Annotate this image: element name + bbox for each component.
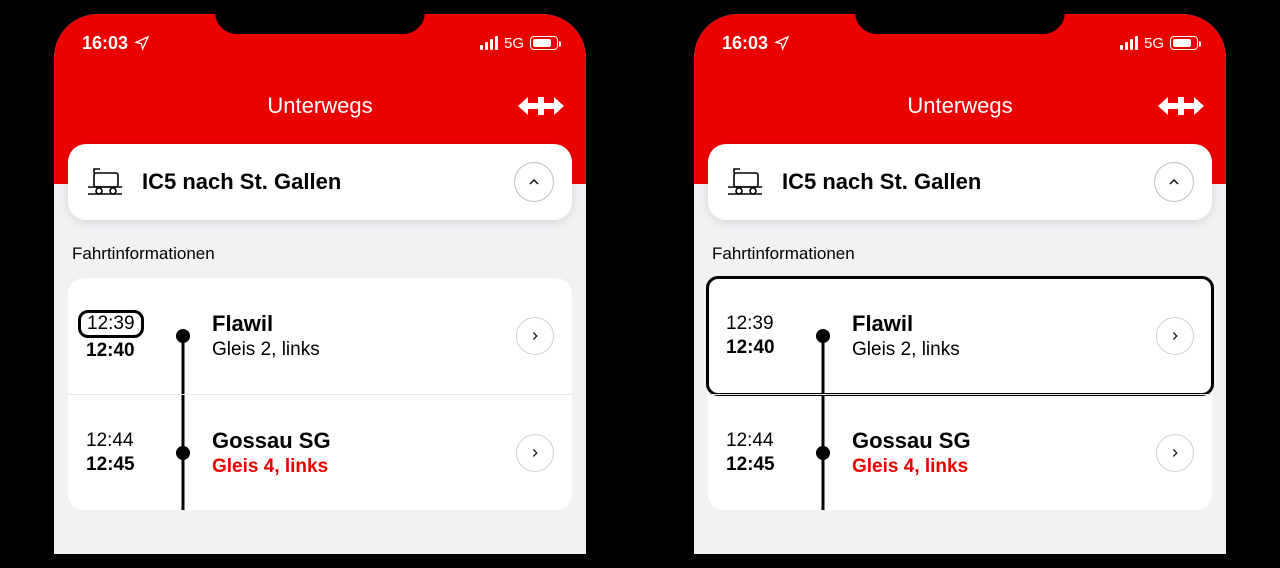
stop-row-focused[interactable]: 12:39 12:40 Flawil Gleis 2, links bbox=[708, 278, 1212, 394]
departure-time: 12:45 bbox=[726, 454, 798, 476]
signal-icon bbox=[480, 36, 498, 50]
collapse-button[interactable] bbox=[514, 162, 554, 202]
route-title: IC5 nach St. Gallen bbox=[142, 169, 496, 195]
sbb-logo-icon bbox=[1158, 95, 1204, 117]
status-time: 16:03 bbox=[82, 33, 128, 54]
departure-time: 12:40 bbox=[86, 340, 158, 362]
arrival-time: 12:44 bbox=[86, 430, 158, 452]
chevron-up-icon bbox=[1166, 174, 1182, 190]
network-label: 5G bbox=[1144, 35, 1164, 52]
timeline bbox=[158, 411, 208, 494]
stop-name: Gossau SG bbox=[852, 428, 1156, 454]
route-card[interactable]: IC5 nach St. Gallen bbox=[68, 144, 572, 220]
stop-track: Gleis 2, links bbox=[212, 339, 516, 361]
location-icon bbox=[774, 35, 790, 51]
location-icon bbox=[134, 35, 150, 51]
stop-detail-button[interactable] bbox=[1156, 317, 1194, 355]
stops-list: 12:39 12:40 Flawil Gleis 2, links bbox=[68, 278, 572, 510]
stop-detail-button[interactable] bbox=[1156, 434, 1194, 472]
phone-frame-right: 16:03 5G Unterwegs bbox=[680, 0, 1240, 568]
chevron-right-icon bbox=[1168, 329, 1182, 343]
stops-list: 12:39 12:40 Flawil Gleis 2, links bbox=[708, 278, 1212, 510]
stop-row[interactable]: 12:44 12:45 Gossau SG Gleis 4, links bbox=[708, 394, 1212, 510]
stop-name: Gossau SG bbox=[212, 428, 516, 454]
stop-track-warning: Gleis 4, links bbox=[852, 456, 1156, 478]
arrival-time: 12:44 bbox=[726, 430, 798, 452]
app-header: Unterwegs bbox=[54, 68, 586, 144]
sbb-logo-icon bbox=[518, 95, 564, 117]
chevron-right-icon bbox=[528, 329, 542, 343]
train-icon bbox=[726, 167, 764, 197]
route-card[interactable]: IC5 nach St. Gallen bbox=[708, 144, 1212, 220]
chevron-up-icon bbox=[526, 174, 542, 190]
stop-name: Flawil bbox=[212, 311, 516, 337]
departure-time: 12:45 bbox=[86, 454, 158, 476]
phone-frame-left: 16:03 5G Unterwegs bbox=[40, 0, 600, 568]
battery-icon bbox=[1170, 36, 1198, 50]
battery-icon bbox=[530, 36, 558, 50]
train-icon bbox=[86, 167, 124, 197]
route-title: IC5 nach St. Gallen bbox=[782, 169, 1136, 195]
app-header: Unterwegs bbox=[694, 68, 1226, 144]
timeline bbox=[798, 294, 848, 378]
stop-name: Flawil bbox=[852, 311, 1156, 337]
stop-row[interactable]: 12:39 12:40 Flawil Gleis 2, links bbox=[68, 278, 572, 394]
section-label: Fahrtinformationen bbox=[68, 220, 572, 278]
network-label: 5G bbox=[504, 35, 524, 52]
chevron-right-icon bbox=[1168, 446, 1182, 460]
stop-row[interactable]: 12:44 12:45 Gossau SG Gleis 4, links bbox=[68, 394, 572, 510]
page-title: Unterwegs bbox=[907, 93, 1012, 119]
arrival-time: 12:39 bbox=[726, 313, 798, 335]
page-title: Unterwegs bbox=[267, 93, 372, 119]
stop-detail-button[interactable] bbox=[516, 317, 554, 355]
screen: 16:03 5G Unterwegs bbox=[694, 14, 1226, 554]
collapse-button[interactable] bbox=[1154, 162, 1194, 202]
stop-track-warning: Gleis 4, links bbox=[212, 456, 516, 478]
notch bbox=[215, 0, 425, 34]
section-label: Fahrtinformationen bbox=[708, 220, 1212, 278]
chevron-right-icon bbox=[528, 446, 542, 460]
notch bbox=[855, 0, 1065, 34]
signal-icon bbox=[1120, 36, 1138, 50]
stop-detail-button[interactable] bbox=[516, 434, 554, 472]
departure-time: 12:40 bbox=[726, 337, 798, 359]
arrival-time-focused: 12:39 bbox=[78, 310, 144, 338]
timeline bbox=[158, 294, 208, 378]
status-time: 16:03 bbox=[722, 33, 768, 54]
stop-track: Gleis 2, links bbox=[852, 339, 1156, 361]
timeline bbox=[798, 411, 848, 494]
screen: 16:03 5G Unterwegs bbox=[54, 14, 586, 554]
